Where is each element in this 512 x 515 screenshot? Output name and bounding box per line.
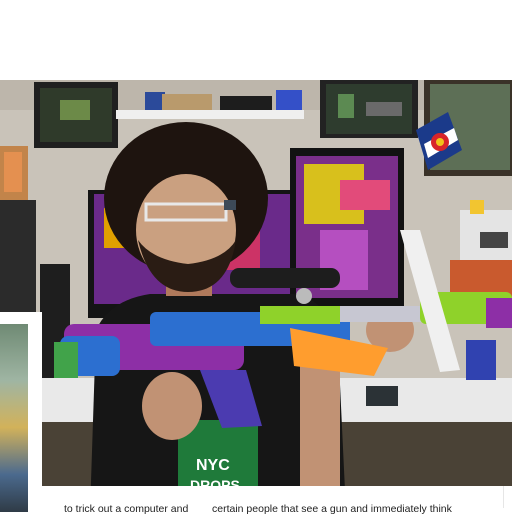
corner-divider xyxy=(503,486,512,508)
inset-thumbnail xyxy=(0,324,28,512)
side-inset-image xyxy=(0,312,42,512)
caption-left-text: to trick out a computer and xyxy=(64,503,189,515)
main-photo: NYC DROPS xyxy=(0,80,512,512)
caption-right-text: certain people that see a gun and immedi… xyxy=(212,503,452,515)
wall-frame-left xyxy=(34,82,118,148)
svg-text:NYC: NYC xyxy=(196,457,230,474)
top-whitespace xyxy=(0,0,512,80)
